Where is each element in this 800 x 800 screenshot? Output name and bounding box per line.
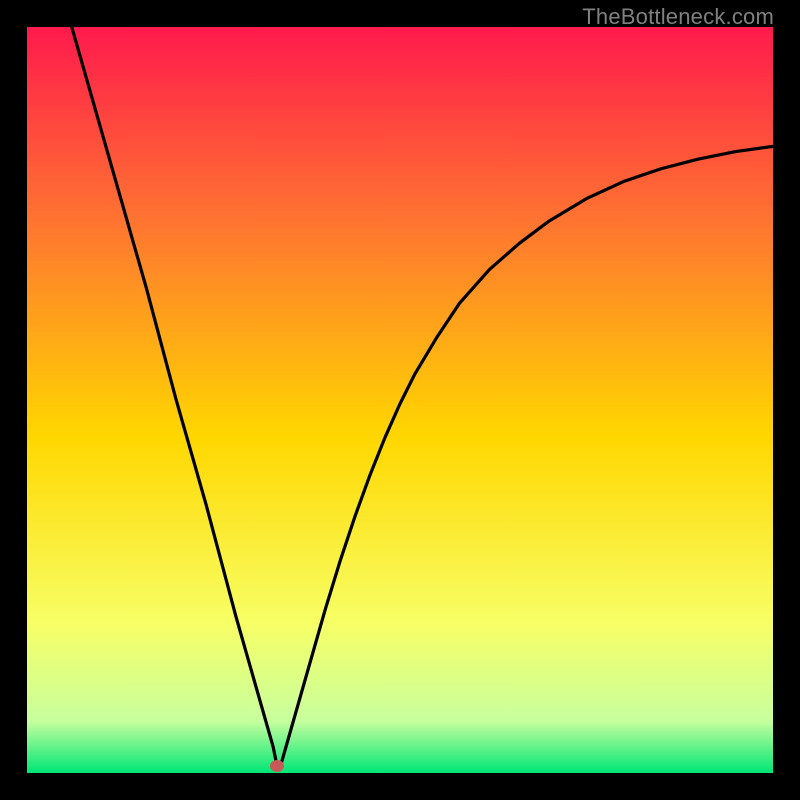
optimal-marker-icon <box>270 760 284 772</box>
plot-area <box>27 27 773 773</box>
chart-frame: TheBottleneck.com <box>0 0 800 800</box>
bottleneck-curve <box>27 27 773 773</box>
watermark-label: TheBottleneck.com <box>582 4 774 30</box>
